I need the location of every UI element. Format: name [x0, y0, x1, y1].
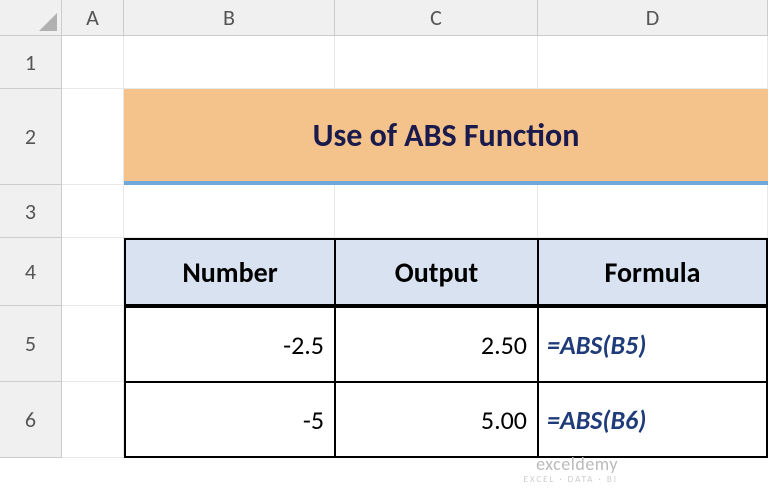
- cell-formula-1[interactable]: =ABS(B5): [538, 306, 768, 382]
- cell-a2[interactable]: [62, 89, 124, 185]
- cell-a6[interactable]: [62, 382, 124, 458]
- cell-number-2[interactable]: -5: [124, 382, 335, 458]
- row-header-1[interactable]: 1: [0, 36, 62, 89]
- cell-output-1[interactable]: 2.50: [335, 306, 538, 382]
- col-header-a[interactable]: A: [62, 0, 124, 36]
- cell-a4[interactable]: [62, 238, 124, 306]
- cell-number-1[interactable]: -2.5: [124, 306, 335, 382]
- watermark-main: exceldemy: [524, 455, 618, 475]
- header-output[interactable]: Output: [335, 238, 538, 306]
- watermark-sub: EXCEL · DATA · BI: [524, 475, 618, 485]
- row-header-6[interactable]: 6: [0, 382, 62, 458]
- cell-d3[interactable]: [538, 185, 768, 238]
- select-all-corner[interactable]: [0, 0, 62, 36]
- col-header-c[interactable]: C: [335, 0, 538, 36]
- spreadsheet-grid: A B C D 1 2 Use of ABS Function 3 4 Numb…: [0, 0, 768, 458]
- cell-output-2[interactable]: 5.00: [335, 382, 538, 458]
- row-header-5[interactable]: 5: [0, 306, 62, 382]
- row-header-3[interactable]: 3: [0, 185, 62, 238]
- cell-a5[interactable]: [62, 306, 124, 382]
- cell-a1[interactable]: [62, 36, 124, 89]
- col-header-b[interactable]: B: [124, 0, 335, 36]
- header-number[interactable]: Number: [124, 238, 335, 306]
- title-merged-cell[interactable]: Use of ABS Function: [124, 89, 768, 185]
- cell-formula-2[interactable]: =ABS(B6): [538, 382, 768, 458]
- cell-d1[interactable]: [538, 36, 768, 89]
- cell-c1[interactable]: [335, 36, 538, 89]
- row-header-4[interactable]: 4: [0, 238, 62, 306]
- row-header-2[interactable]: 2: [0, 89, 62, 185]
- cell-b1[interactable]: [124, 36, 335, 89]
- col-header-d[interactable]: D: [538, 0, 768, 36]
- cell-c3[interactable]: [335, 185, 538, 238]
- watermark: exceldemy EXCEL · DATA · BI: [524, 455, 618, 485]
- cell-b3[interactable]: [124, 185, 335, 238]
- title-text: Use of ABS Function: [313, 116, 580, 155]
- cell-a3[interactable]: [62, 185, 124, 238]
- header-formula[interactable]: Formula: [538, 238, 768, 306]
